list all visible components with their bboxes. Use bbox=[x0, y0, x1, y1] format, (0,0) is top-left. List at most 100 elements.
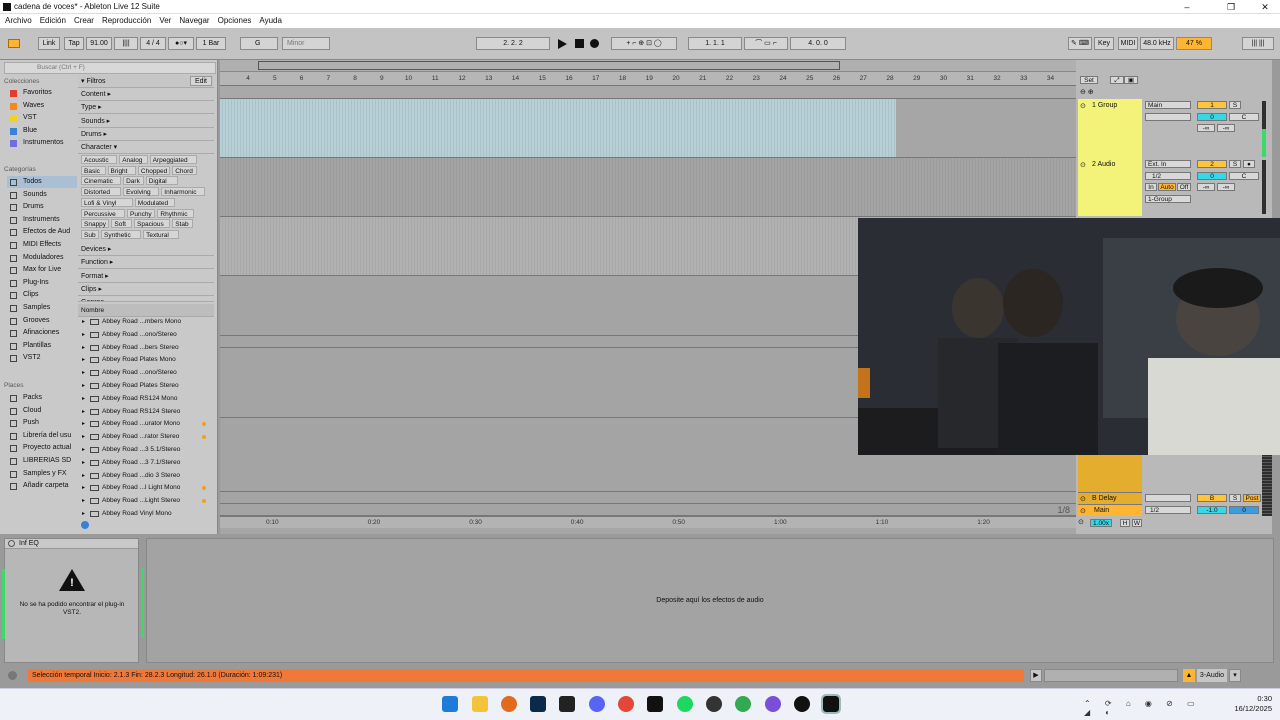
expand-icon[interactable]: ⤢ bbox=[1110, 76, 1124, 84]
scale-select[interactable]: Minor bbox=[282, 37, 330, 50]
return-routing-empty[interactable] bbox=[1145, 494, 1191, 502]
system-tray-icons[interactable]: ⌃ ⟳ ⌂ ◉ ⊘ ▭ ◢ ◖ bbox=[1084, 699, 1204, 717]
time-signature-field[interactable]: 4 / 4 bbox=[140, 37, 166, 50]
tag-chord[interactable]: Chord bbox=[172, 165, 197, 175]
main-track-header[interactable]: ⊙ Main bbox=[1078, 504, 1142, 516]
overview-bar[interactable] bbox=[220, 60, 1076, 72]
time-ruler[interactable]: 0:10 0:20 0:30 0:40 0:50 1:00 1:10 1:20 bbox=[220, 516, 1076, 528]
collection-blue[interactable]: Blue bbox=[7, 125, 77, 137]
arrangement-position-field[interactable]: 2. 2. 2 bbox=[476, 37, 550, 50]
return-fold-icon[interactable]: ⊙ bbox=[1080, 495, 1086, 503]
midi-map-button[interactable]: MIDI bbox=[1118, 37, 1138, 50]
browser-file-item[interactable]: ▸ Abbey Road ...l Light Mono bbox=[78, 482, 214, 495]
browser-file-item[interactable]: ▸ Abbey Road ...rator Stereo bbox=[78, 431, 214, 444]
browser-file-item[interactable]: ▸ Abbey Road ...Light Stereo bbox=[78, 495, 214, 508]
audio-track-lane[interactable] bbox=[220, 158, 1076, 217]
return-track-area[interactable] bbox=[1078, 455, 1142, 492]
menu-edicion[interactable]: Edición bbox=[36, 14, 70, 28]
expand-arrow-icon[interactable]: ▸ bbox=[82, 367, 85, 380]
quantize-select[interactable]: 1 Bar bbox=[196, 37, 226, 50]
view-toggle-icon[interactable] bbox=[8, 39, 20, 48]
browser-file-item[interactable]: ▸ Abbey Road ...bers Stereo bbox=[78, 342, 214, 355]
return-b-activator[interactable]: B bbox=[1197, 494, 1227, 502]
place-libreria-del-usu[interactable]: Librería del usu bbox=[7, 430, 77, 442]
edit-filters-button[interactable]: Edit bbox=[189, 76, 212, 86]
monitor-auto-button[interactable]: Auto bbox=[1158, 183, 1176, 191]
media-player-icon[interactable] bbox=[794, 696, 810, 712]
browser-file-item[interactable]: ▸ Abbey Road ...3 7.1/Stereo bbox=[78, 457, 214, 470]
expand-arrow-icon[interactable]: ▸ bbox=[82, 316, 85, 329]
place-packs[interactable]: Packs bbox=[7, 392, 77, 404]
expand-arrow-icon[interactable]: ▸ bbox=[82, 457, 85, 470]
browser-file-item[interactable]: ▸ Abbey Road Plates Stereo bbox=[78, 380, 214, 393]
tag-analog[interactable]: Analog bbox=[119, 155, 148, 164]
photoshop-icon[interactable] bbox=[530, 696, 546, 712]
ableton-icon[interactable] bbox=[647, 696, 663, 712]
menu-crear[interactable]: Crear bbox=[70, 14, 98, 28]
expand-arrow-icon[interactable]: ▸ bbox=[82, 329, 85, 342]
filter-section-genres[interactable]: Genres bbox=[78, 296, 214, 303]
expand-arrow-icon[interactable]: ▸ bbox=[82, 393, 85, 406]
inf-eq-device[interactable]: Inf EQ ! No se ha podido encontrar el pl… bbox=[2, 538, 139, 663]
main-pan-field[interactable]: 0 bbox=[1229, 506, 1259, 514]
scrub-area[interactable] bbox=[220, 86, 1076, 99]
stop-icon[interactable] bbox=[575, 39, 584, 48]
tag-stab[interactable]: Stab bbox=[172, 219, 193, 229]
minimize-button[interactable]: – bbox=[1176, 1, 1198, 13]
menu-reproduccion[interactable]: Reproducción bbox=[98, 14, 155, 28]
return-b-solo[interactable]: S bbox=[1229, 494, 1241, 502]
expand-arrow-icon[interactable]: ▸ bbox=[82, 495, 85, 508]
tag-sub[interactable]: Sub bbox=[81, 229, 99, 239]
favorite-star-icon[interactable] bbox=[202, 435, 206, 440]
expand-arrow-icon[interactable]: ▸ bbox=[82, 354, 85, 367]
expand-arrow-icon[interactable]: ▸ bbox=[82, 406, 85, 419]
audio-track-header[interactable]: ⊙ 2 Audio bbox=[1078, 158, 1142, 216]
category-todos[interactable]: Todos bbox=[7, 176, 77, 188]
play-icon[interactable] bbox=[558, 39, 567, 49]
height-button[interactable]: H bbox=[1120, 519, 1130, 527]
device-title-bar[interactable]: Inf EQ bbox=[5, 539, 138, 549]
status-warning-icon[interactable]: ▲ bbox=[1183, 669, 1195, 682]
device-power-icon[interactable] bbox=[8, 540, 15, 547]
browser-file-item[interactable]: ▸ Abbey Road ...urator Mono bbox=[78, 418, 214, 431]
audio-pan-field[interactable]: C bbox=[1229, 172, 1259, 180]
tag-spacious[interactable]: Spacious bbox=[134, 219, 171, 229]
tag-snappy[interactable]: Snappy bbox=[81, 219, 110, 229]
category-clips[interactable]: Clips bbox=[7, 289, 77, 301]
tag-acoustic[interactable]: Acoustic bbox=[81, 155, 118, 164]
tag-chopped[interactable]: Chopped bbox=[137, 165, 171, 175]
tag-soft[interactable]: Soft bbox=[111, 219, 132, 229]
audio-arm-button[interactable]: ● bbox=[1243, 160, 1255, 168]
audio-input-channel-select[interactable]: 1/2 bbox=[1145, 172, 1191, 180]
selected-track-label[interactable]: 3-Audio bbox=[1197, 669, 1227, 682]
audio-output-select[interactable]: 1-Group bbox=[1145, 195, 1191, 203]
tag-inharmonic[interactable]: Inharmonic bbox=[161, 187, 206, 197]
overview-viewport[interactable] bbox=[258, 61, 840, 70]
key-select[interactable]: G bbox=[240, 37, 278, 50]
group-track-header[interactable]: ⊙ 1 Group bbox=[1078, 99, 1142, 158]
midi-indicator-icon[interactable]: ▾ bbox=[1229, 669, 1241, 682]
tag-cinematic[interactable]: Cinematic bbox=[81, 176, 122, 186]
place-anadir-carpeta[interactable]: Añadir carpeta bbox=[7, 480, 77, 492]
menu-archivo[interactable]: Archivo bbox=[0, 14, 36, 28]
group-track-name[interactable]: 1 Group bbox=[1092, 102, 1117, 109]
menu-ayuda[interactable]: Ayuda bbox=[255, 14, 286, 28]
return-b-name[interactable]: B Delay bbox=[1092, 495, 1117, 502]
category-grooves[interactable]: Grooves bbox=[7, 315, 77, 327]
expand-arrow-icon[interactable]: ▸ bbox=[82, 342, 85, 355]
filter-section-type[interactable]: Type ▸ bbox=[78, 101, 214, 115]
collection-favoritos[interactable]: Favoritos bbox=[7, 87, 77, 99]
app-icon[interactable] bbox=[765, 696, 781, 712]
menu-opciones[interactable]: Opciones bbox=[214, 14, 256, 28]
loop-start-field[interactable]: 1. 1. 1 bbox=[688, 37, 742, 50]
browser-file-item[interactable]: ▸ Abbey Road ...ono/Stereo bbox=[78, 329, 214, 342]
group-fold-icon[interactable]: ⊙ bbox=[1080, 102, 1086, 110]
return-b-post[interactable]: Post bbox=[1243, 494, 1261, 502]
filter-section-devices[interactable]: Devices ▸ bbox=[78, 243, 214, 256]
browser-file-item[interactable]: ▸ Abbey Road ...mbers Mono bbox=[78, 316, 214, 329]
browser-file-item[interactable]: ▸ Abbey Road RS124 Mono bbox=[78, 393, 214, 406]
main-volume-field[interactable]: -1.0 bbox=[1197, 506, 1227, 514]
favorite-star-icon[interactable] bbox=[202, 499, 206, 504]
fold-icon[interactable]: ▣ bbox=[1124, 76, 1138, 84]
browser-file-item[interactable]: ▸ Abbey Road Vinyl Mono bbox=[78, 508, 214, 521]
